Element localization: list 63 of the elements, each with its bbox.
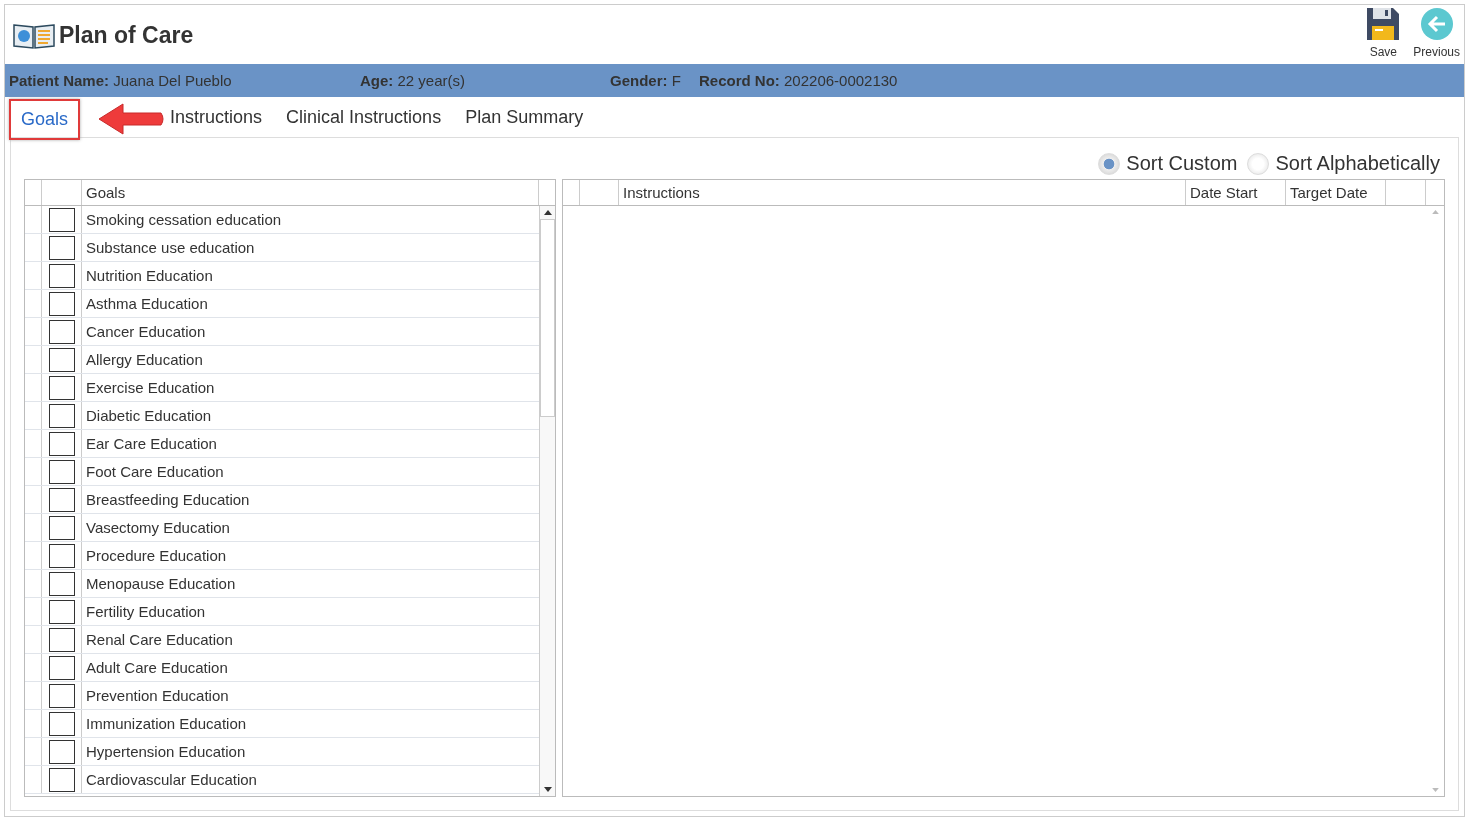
checkbox[interactable]: [48, 235, 75, 260]
checkbox[interactable]: [48, 571, 75, 596]
checkbox[interactable]: [48, 319, 75, 344]
table-cell-text: Diabetic Education: [85, 406, 213, 426]
table-cell-text: Prevention Education: [85, 686, 230, 706]
book-icon: [13, 21, 55, 49]
table-cell-text: Vasectomy Education: [85, 518, 231, 538]
checkbox[interactable]: [48, 403, 75, 428]
checkbox[interactable]: [48, 207, 75, 232]
checkbox[interactable]: [48, 543, 75, 568]
tab[interactable]: Goals: [9, 98, 81, 140]
table-cell-text: Renal Care Education: [85, 630, 234, 650]
table-cell-text: Fertility Education: [85, 602, 207, 622]
patient-field: Gender: F: [610, 72, 699, 89]
checkbox[interactable]: [48, 459, 75, 484]
checkbox[interactable]: [48, 515, 75, 540]
patient-field: Age: 22 year(s): [360, 72, 610, 89]
table-cell-text: Breastfeeding Education: [85, 490, 251, 510]
checkbox[interactable]: [48, 431, 75, 456]
checkbox[interactable]: [48, 487, 75, 512]
table-cell-text: Asthma Education: [85, 294, 209, 314]
window-title: Plan of Care: [59, 21, 194, 49]
arrow-annotation: [97, 102, 165, 136]
checkbox[interactable]: [48, 599, 75, 624]
sort-radio[interactable]: Sort Alphabetically: [1247, 152, 1440, 175]
column-header: Instructions: [619, 180, 1186, 205]
table-cell-text: Immunization Education: [85, 714, 248, 734]
table-cell-text: Hypertension Education: [85, 742, 247, 762]
scroll-down-icon[interactable]: [543, 787, 552, 792]
checkbox[interactable]: [48, 767, 75, 792]
scroll-up-icon[interactable]: [543, 210, 552, 215]
table-cell-text: Foot Care Education: [85, 462, 225, 482]
table-cell-text: Nutrition Education: [85, 266, 214, 286]
scrollbar[interactable]: [539, 206, 555, 796]
checkbox[interactable]: [48, 711, 75, 736]
sort-radio[interactable]: Sort Custom: [1098, 152, 1238, 175]
table-cell-text: Exercise Education: [85, 378, 216, 398]
checkbox[interactable]: [48, 263, 75, 288]
patient-field: Patient Name: Juana Del Pueblo: [9, 72, 360, 89]
column-header: Date Start: [1186, 180, 1286, 205]
tab[interactable]: Plan Summary: [453, 100, 596, 134]
checkbox[interactable]: [48, 655, 75, 680]
checkbox[interactable]: [48, 739, 75, 764]
previous-button[interactable]: Previous: [1413, 8, 1460, 59]
table-cell-text: Allergy Education: [85, 350, 204, 370]
table-cell-text: Adult Care Education: [85, 658, 229, 678]
table-cell-text: Substance use education: [85, 238, 256, 258]
tab[interactable]: Clinical Instructions: [274, 100, 454, 134]
table-cell-text: Ear Care Education: [85, 434, 218, 454]
checkbox[interactable]: [48, 347, 75, 372]
checkbox[interactable]: [48, 291, 75, 316]
tab[interactable]: Instructions: [164, 100, 275, 134]
column-header: Goals: [82, 180, 539, 205]
checkbox[interactable]: [48, 375, 75, 400]
table-cell-text: Cardiovascular Education: [85, 770, 258, 790]
checkbox[interactable]: [48, 627, 75, 652]
table-cell-text: Smoking cessation education: [85, 210, 283, 230]
column-header: Target Date: [1286, 180, 1386, 205]
patient-field: Record No: 202206-0002130: [699, 72, 898, 89]
checkbox[interactable]: [48, 683, 75, 708]
table-cell-text: Cancer Education: [85, 322, 207, 342]
table-cell-text: Menopause Education: [85, 574, 237, 594]
table-cell-text: Procedure Education: [85, 546, 228, 566]
